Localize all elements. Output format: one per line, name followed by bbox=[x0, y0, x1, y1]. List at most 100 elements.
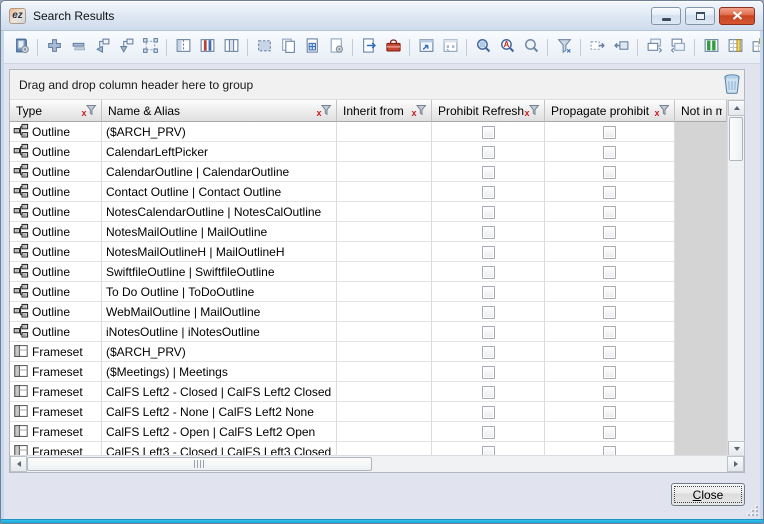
column-bands-button[interactable] bbox=[196, 36, 218, 58]
table-row[interactable]: OutlineNotesMailOutline | MailOutline bbox=[10, 222, 727, 242]
column-header-inherit[interactable]: Inherit fromx bbox=[337, 100, 432, 122]
cell-propagate[interactable] bbox=[545, 302, 675, 322]
cell-prohibit[interactable] bbox=[432, 202, 545, 222]
scroll-up-button[interactable] bbox=[728, 100, 745, 116]
table-row[interactable]: Outline($ARCH_PRV) bbox=[10, 122, 727, 142]
cell-prohibit[interactable] bbox=[432, 182, 545, 202]
column-header-notinm[interactable]: Not in m bbox=[675, 100, 727, 122]
close-button[interactable]: Close bbox=[671, 483, 745, 506]
export-button[interactable] bbox=[358, 36, 380, 58]
vertical-scroll-thumb[interactable] bbox=[729, 117, 743, 161]
cell-propagate[interactable] bbox=[545, 382, 675, 402]
filter-icon[interactable]: x bbox=[411, 104, 427, 117]
cell-prohibit[interactable] bbox=[432, 402, 545, 422]
horizontal-scrollbar[interactable] bbox=[10, 455, 744, 472]
cell-propagate[interactable] bbox=[545, 162, 675, 182]
cell-propagate[interactable] bbox=[545, 182, 675, 202]
cell-prohibit[interactable] bbox=[432, 302, 545, 322]
close-window-button[interactable] bbox=[719, 7, 755, 25]
propagate-checkbox[interactable] bbox=[603, 326, 616, 339]
table-row[interactable]: OutlineCalendarLeftPicker bbox=[10, 142, 727, 162]
cell-propagate[interactable] bbox=[545, 342, 675, 362]
table-row[interactable]: OutlineCalendarOutline | CalendarOutline bbox=[10, 162, 727, 182]
resize-grip[interactable] bbox=[747, 505, 758, 516]
collapse-pane-button[interactable] bbox=[610, 36, 632, 58]
prohibit-checkbox[interactable] bbox=[482, 266, 495, 279]
table-row[interactable]: FramesetCalFS Left2 - Closed | CalFS Lef… bbox=[10, 382, 727, 402]
prohibit-checkbox[interactable] bbox=[482, 286, 495, 299]
propagate-checkbox[interactable] bbox=[603, 426, 616, 439]
filter-tool-button[interactable] bbox=[553, 36, 575, 58]
cell-prohibit[interactable] bbox=[432, 222, 545, 242]
title-bar[interactable]: ez Search Results bbox=[1, 1, 763, 31]
table-row[interactable]: Frameset($Meetings) | Meetings bbox=[10, 362, 727, 382]
cell-prohibit[interactable] bbox=[432, 162, 545, 182]
prohibit-checkbox[interactable] bbox=[482, 366, 495, 379]
table-row[interactable]: FramesetCalFS Left2 - None | CalFS Left2… bbox=[10, 402, 727, 422]
table-row[interactable]: OutlineSwiftfileOutline | SwiftfileOutli… bbox=[10, 262, 727, 282]
prohibit-checkbox[interactable] bbox=[482, 306, 495, 319]
prohibit-checkbox[interactable] bbox=[482, 346, 495, 359]
window-send-button[interactable] bbox=[415, 36, 437, 58]
prohibit-checkbox[interactable] bbox=[482, 246, 495, 259]
propagate-checkbox[interactable] bbox=[603, 186, 616, 199]
prohibit-checkbox[interactable] bbox=[482, 206, 495, 219]
tree-collapse-button[interactable] bbox=[91, 36, 113, 58]
propagate-checkbox[interactable] bbox=[603, 146, 616, 159]
column-header-propagate[interactable]: Propagate prohibitx bbox=[545, 100, 675, 122]
prohibit-checkbox[interactable] bbox=[482, 406, 495, 419]
table-row[interactable]: FramesetCalFS Left3 - Closed | CalFS Lef… bbox=[10, 442, 727, 455]
cell-prohibit[interactable] bbox=[432, 342, 545, 362]
table-row[interactable]: OutlineTo Do Outline | ToDoOutline bbox=[10, 282, 727, 302]
column-freeze-button[interactable] bbox=[172, 36, 194, 58]
cell-propagate[interactable] bbox=[545, 362, 675, 382]
table-row[interactable]: FramesetCalFS Left2 - Open | CalFS Left2… bbox=[10, 422, 727, 442]
cell-prohibit[interactable] bbox=[432, 362, 545, 382]
prohibit-checkbox[interactable] bbox=[482, 226, 495, 239]
send-backward-button[interactable] bbox=[643, 36, 665, 58]
propagate-checkbox[interactable] bbox=[603, 386, 616, 399]
filter-icon[interactable]: x bbox=[524, 104, 540, 117]
cell-propagate[interactable] bbox=[545, 262, 675, 282]
prohibit-checkbox[interactable] bbox=[482, 126, 495, 139]
bring-forward-button[interactable] bbox=[667, 36, 689, 58]
vertical-scrollbar[interactable] bbox=[727, 100, 744, 457]
cell-prohibit[interactable] bbox=[432, 242, 545, 262]
cell-prohibit[interactable] bbox=[432, 322, 545, 342]
table-row[interactable]: OutlineContact Outline | Contact Outline bbox=[10, 182, 727, 202]
zoom-selection-button[interactable] bbox=[472, 36, 494, 58]
prohibit-checkbox[interactable] bbox=[482, 146, 495, 159]
copy-table-button[interactable] bbox=[301, 36, 323, 58]
column-header-type[interactable]: Typex bbox=[10, 100, 102, 122]
propagate-checkbox[interactable] bbox=[603, 346, 616, 359]
columns-highlight-button[interactable] bbox=[700, 36, 722, 58]
copy-button[interactable] bbox=[277, 36, 299, 58]
filter-icon[interactable]: x bbox=[654, 104, 670, 117]
propagate-checkbox[interactable] bbox=[603, 306, 616, 319]
table-row[interactable]: Frameset($ARCH_PRV) bbox=[10, 342, 727, 362]
expand-pane-button[interactable] bbox=[586, 36, 608, 58]
maximize-button[interactable] bbox=[685, 7, 715, 25]
cell-propagate[interactable] bbox=[545, 202, 675, 222]
table-row[interactable]: OutlineiNotesOutline | iNotesOutline bbox=[10, 322, 727, 342]
propagate-checkbox[interactable] bbox=[603, 166, 616, 179]
cell-propagate[interactable] bbox=[545, 222, 675, 242]
scroll-right-button[interactable] bbox=[727, 456, 744, 472]
prohibit-checkbox[interactable] bbox=[482, 386, 495, 399]
cell-prohibit[interactable] bbox=[432, 262, 545, 282]
prohibit-checkbox[interactable] bbox=[482, 326, 495, 339]
propagate-checkbox[interactable] bbox=[603, 446, 616, 456]
prohibit-checkbox[interactable] bbox=[482, 186, 495, 199]
remove-button[interactable] bbox=[67, 36, 89, 58]
select-nodes-button[interactable] bbox=[139, 36, 161, 58]
find-text-button[interactable]: A bbox=[496, 36, 518, 58]
prohibit-checkbox[interactable] bbox=[482, 166, 495, 179]
zoom-button[interactable] bbox=[520, 36, 542, 58]
add-button[interactable] bbox=[43, 36, 65, 58]
propagate-checkbox[interactable] bbox=[603, 226, 616, 239]
propagate-checkbox[interactable] bbox=[603, 246, 616, 259]
filter-icon[interactable]: x bbox=[81, 104, 97, 117]
propagate-checkbox[interactable] bbox=[603, 126, 616, 139]
scroll-left-button[interactable] bbox=[10, 456, 27, 472]
propagate-checkbox[interactable] bbox=[603, 366, 616, 379]
